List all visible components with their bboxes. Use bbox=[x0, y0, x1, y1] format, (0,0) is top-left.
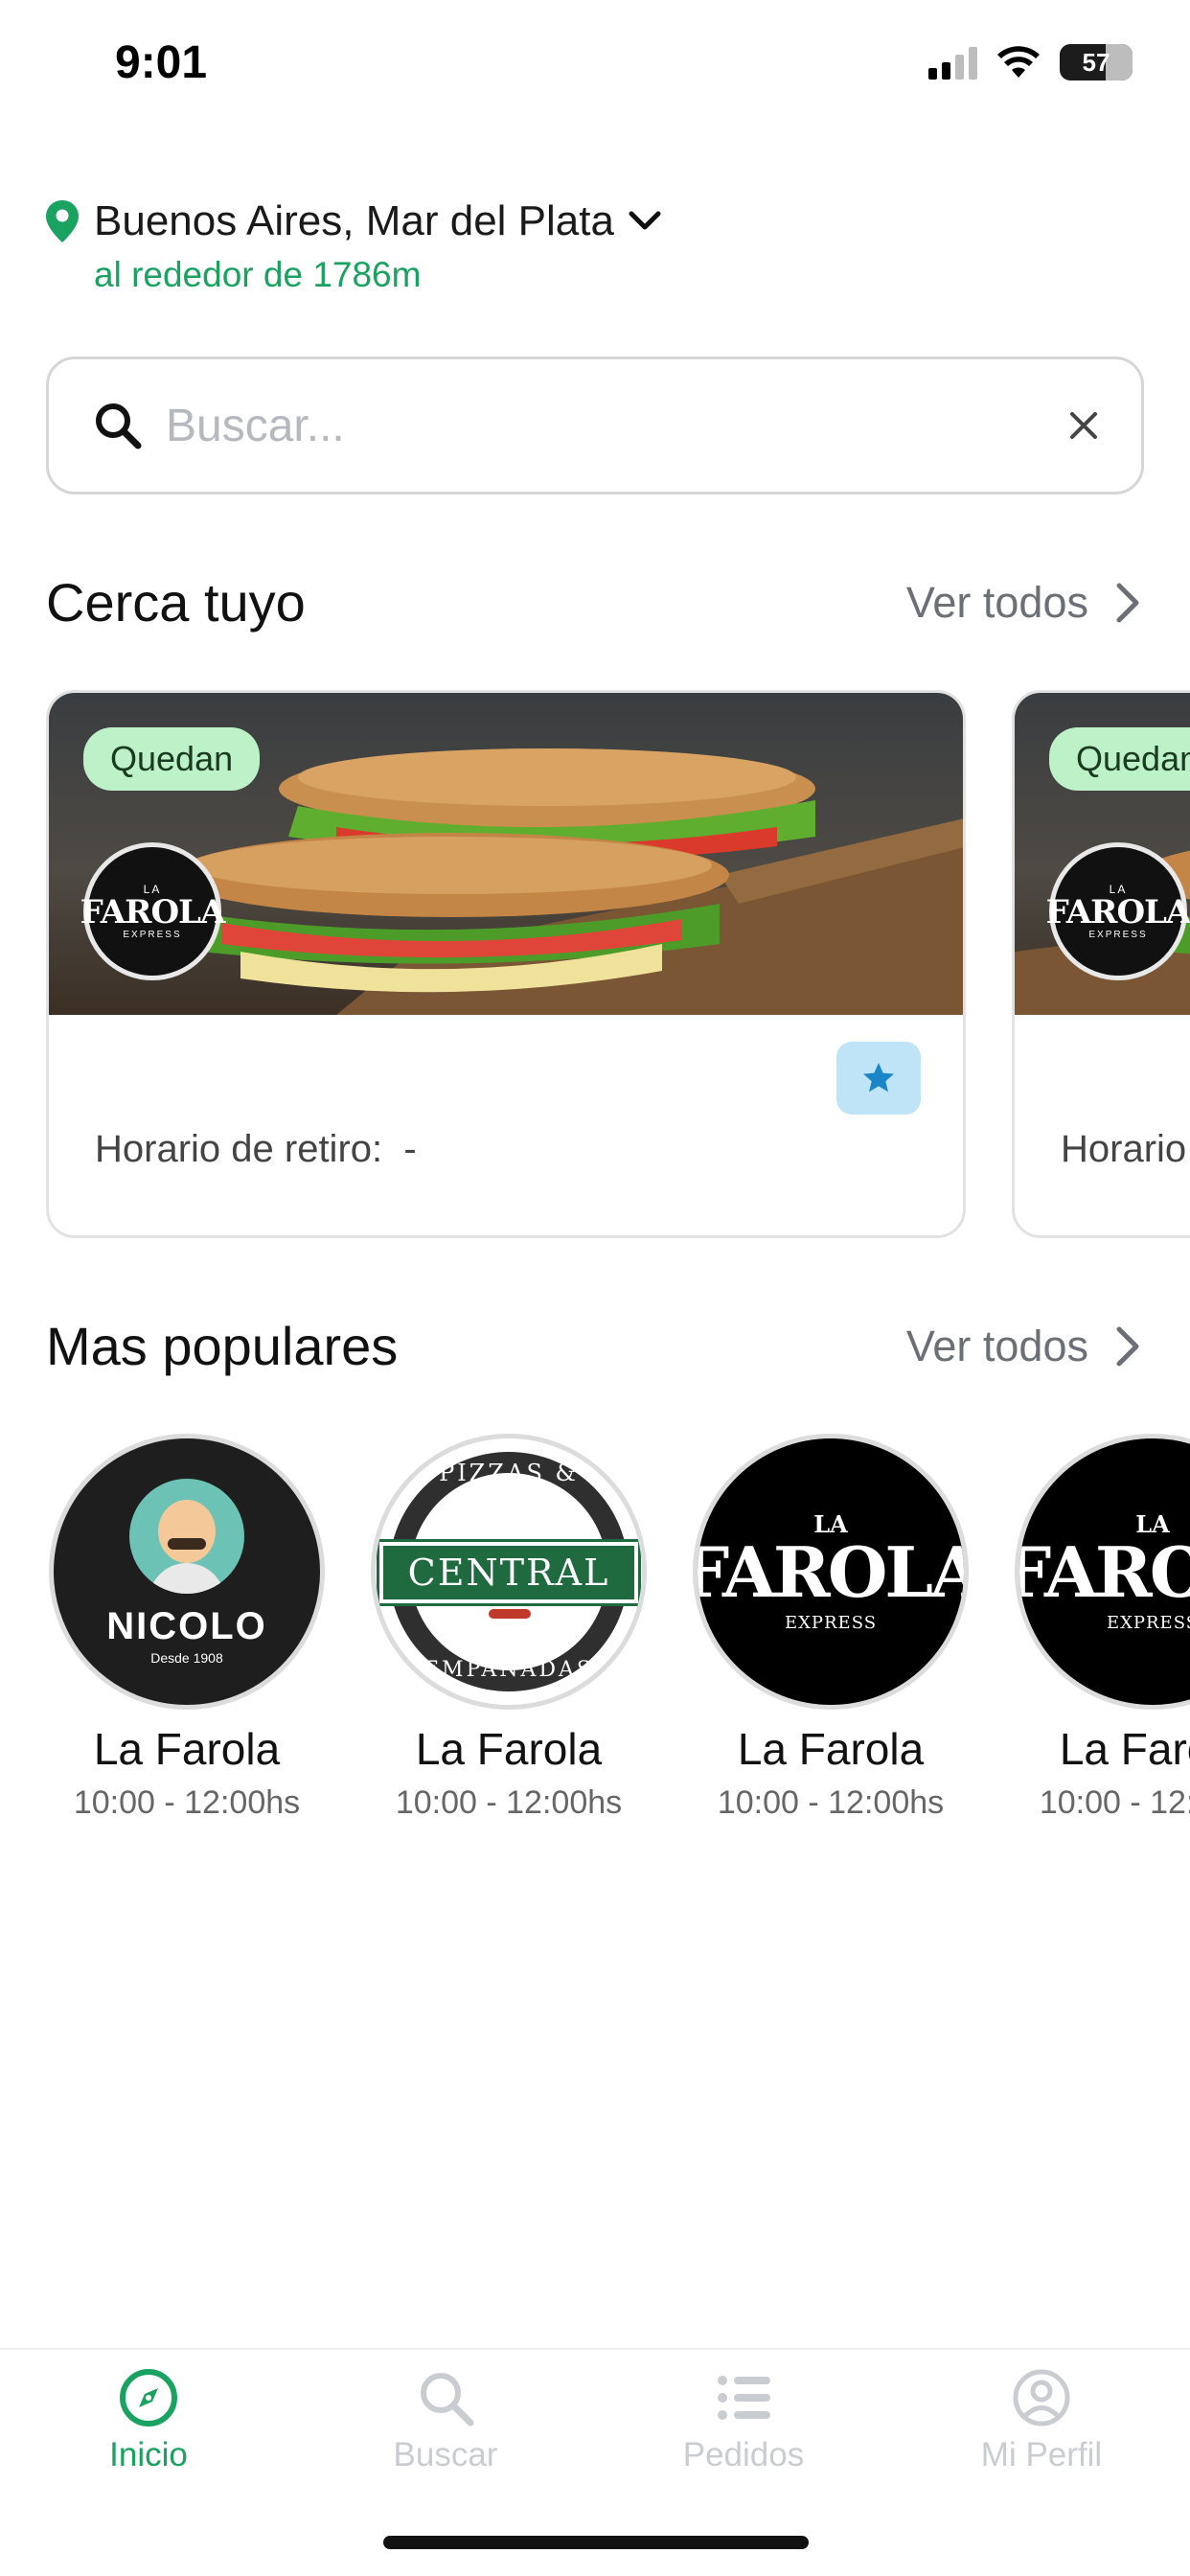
store-logo: NICOLO Desde 1908 bbox=[49, 1434, 325, 1710]
status-bar: 9:01 57 bbox=[0, 0, 1190, 128]
logo-title: FAROLA bbox=[693, 1531, 969, 1613]
store-logo: PIZZAS & CENTRAL EMPANADAS bbox=[371, 1434, 647, 1710]
chevron-down-icon[interactable] bbox=[626, 202, 664, 241]
logo-title: FAROLA bbox=[1015, 1531, 1190, 1613]
logo-subtitle: EXPRESS bbox=[1088, 930, 1148, 941]
search-icon bbox=[421, 2373, 474, 2426]
location-radius: al rededor de 1786m bbox=[94, 255, 422, 294]
list-icon bbox=[718, 2376, 770, 2420]
nearby-section-header: Cerca tuyo Ver todos bbox=[46, 571, 1144, 633]
pickup-label: Horario de retiro: bbox=[1061, 1128, 1190, 1170]
user-circle-icon bbox=[1013, 2369, 1070, 2426]
popular-store[interactable]: LA FAROLA EXPRESS La Farola 10:00 - 12:0… bbox=[1014, 1434, 1190, 1822]
store-name: La Farola bbox=[737, 1724, 925, 1774]
pickup-time: Horario de retiro: - bbox=[1061, 1128, 1190, 1171]
availability-badge: Quedan bbox=[1049, 727, 1190, 791]
store-card[interactable]: Quedan LA FAROLA EXPRESS Horario de reti… bbox=[1012, 690, 1190, 1238]
pickup-time: Horario de retiro: - bbox=[95, 1128, 417, 1171]
chef-illustration bbox=[129, 1478, 244, 1594]
star-icon bbox=[863, 1063, 894, 1092]
logo-top-text: PIZZAS & bbox=[439, 1460, 579, 1486]
store-name: La Farola bbox=[1059, 1724, 1190, 1774]
tab-label: Pedidos bbox=[682, 2436, 805, 2473]
logo-subtitle: EXPRESS bbox=[1106, 1613, 1190, 1633]
cellular-signal-icon bbox=[928, 45, 977, 80]
nearby-see-all-link[interactable]: Ver todos bbox=[906, 578, 1144, 628]
tab-label: Mi Perfil bbox=[980, 2436, 1103, 2473]
logo-subtitle: EXPRESS bbox=[123, 930, 182, 941]
store-logo: LA FAROLA EXPRESS bbox=[1015, 1434, 1190, 1710]
card-image: Quedan LA FAROLA EXPRESS bbox=[49, 693, 963, 1015]
store-name: La Farola bbox=[93, 1724, 281, 1774]
popular-see-all-link[interactable]: Ver todos bbox=[906, 1322, 1144, 1371]
store-logo: LA FAROLA EXPRESS bbox=[1045, 842, 1190, 980]
status-time: 9:01 bbox=[115, 37, 208, 88]
logo-subtitle: Desde 1908 bbox=[150, 1649, 223, 1666]
logo-title: FAROLA bbox=[1045, 892, 1190, 932]
location-name[interactable]: Buenos Aires, Mar del Plata bbox=[94, 197, 614, 245]
search-bar[interactable] bbox=[46, 356, 1144, 494]
location-selector[interactable]: Buenos Aires, Mar del Plata al rededor d… bbox=[44, 197, 664, 295]
chevron-right-icon[interactable] bbox=[1110, 580, 1144, 626]
popular-store[interactable]: NICOLO Desde 1908 La Farola 10:00 - 12:0… bbox=[48, 1434, 326, 1822]
store-logo: LA FAROLA EXPRESS bbox=[693, 1434, 969, 1710]
wifi-icon bbox=[997, 46, 1040, 78]
logo-bottom-text: EMPANADAS bbox=[423, 1658, 594, 1682]
see-all-label[interactable]: Ver todos bbox=[906, 1322, 1088, 1371]
tab-label: Inicio bbox=[109, 2436, 188, 2473]
favorite-button[interactable] bbox=[836, 1042, 921, 1115]
store-hours: 10:00 - 12:00hs bbox=[395, 1784, 623, 1821]
logo-title: CENTRAL bbox=[377, 1539, 641, 1606]
logo-title: FAROLA bbox=[80, 892, 226, 932]
location-row[interactable]: Buenos Aires, Mar del Plata bbox=[44, 197, 664, 245]
compass-icon bbox=[120, 2369, 177, 2426]
chevron-right-icon[interactable] bbox=[1110, 1323, 1144, 1369]
store-hours: 10:00 - 12:00hs bbox=[717, 1784, 945, 1821]
availability-badge: Quedan bbox=[83, 727, 261, 791]
popular-section-header: Mas populares Ver todos bbox=[46, 1315, 1144, 1377]
see-all-label[interactable]: Ver todos bbox=[906, 578, 1088, 628]
search-input[interactable] bbox=[166, 399, 1064, 452]
popular-store[interactable]: PIZZAS & CENTRAL EMPANADAS La Farola 10:… bbox=[370, 1434, 648, 1822]
tab-mi-perfil[interactable]: Mi Perfil bbox=[893, 2367, 1190, 2474]
tab-pedidos[interactable]: Pedidos bbox=[595, 2367, 892, 2474]
tab-label: Buscar bbox=[393, 2436, 498, 2473]
card-image: Quedan LA FAROLA EXPRESS bbox=[1015, 693, 1190, 1015]
pickup-value: - bbox=[403, 1128, 417, 1170]
nearby-carousel[interactable]: Quedan LA FAROLA EXPRESS Horario de reti… bbox=[46, 690, 1190, 1238]
map-pin-icon bbox=[46, 200, 79, 242]
mustache-icon bbox=[489, 1609, 531, 1619]
logo-subtitle: EXPRESS bbox=[784, 1613, 878, 1633]
store-name: La Farola bbox=[415, 1724, 603, 1774]
store-logo: LA FAROLA EXPRESS bbox=[80, 842, 225, 980]
store-hours: 10:00 - 12:00hs bbox=[73, 1784, 301, 1821]
pickup-label: Horario de retiro: bbox=[95, 1128, 383, 1170]
popular-store[interactable]: LA FAROLA EXPRESS La Farola 10:00 - 12:0… bbox=[692, 1434, 970, 1822]
popular-carousel[interactable]: NICOLO Desde 1908 La Farola 10:00 - 12:0… bbox=[46, 1434, 1190, 1836]
clear-icon[interactable] bbox=[1064, 406, 1103, 445]
home-indicator bbox=[383, 2536, 809, 2549]
tab-buscar[interactable]: Buscar bbox=[297, 2367, 594, 2474]
popular-title: Mas populares bbox=[46, 1316, 399, 1376]
store-hours: 10:00 - 12:00hs bbox=[1039, 1784, 1190, 1821]
logo-title: NICOLO bbox=[106, 1604, 267, 1647]
tab-inicio[interactable]: Inicio bbox=[0, 2367, 297, 2474]
nearby-title: Cerca tuyo bbox=[46, 572, 306, 632]
battery-icon: 57 bbox=[1060, 44, 1133, 80]
battery-level: 57 bbox=[1082, 47, 1110, 77]
search-icon bbox=[96, 403, 142, 449]
store-card[interactable]: Quedan LA FAROLA EXPRESS Horario de reti… bbox=[46, 690, 966, 1238]
status-icons: 57 bbox=[928, 44, 1133, 80]
